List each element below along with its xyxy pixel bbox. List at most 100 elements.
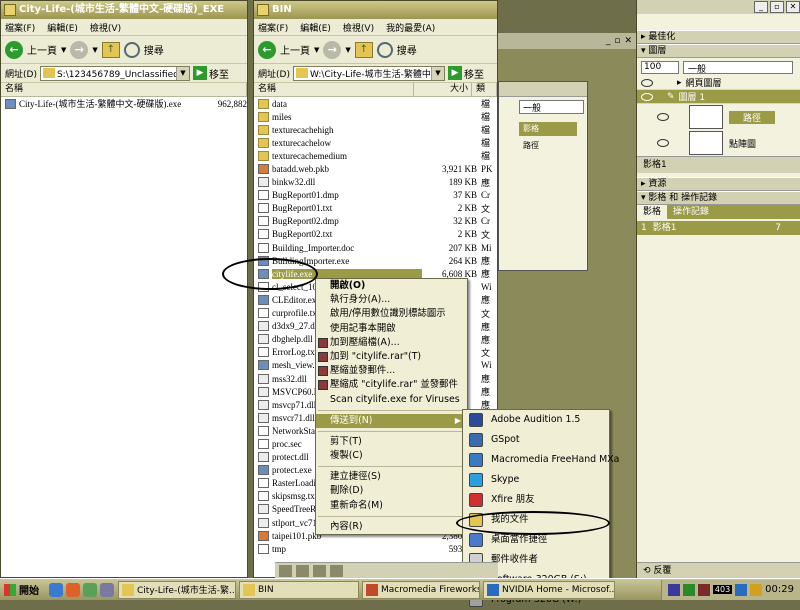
file-row[interactable]: BugReport01.dmp 37 KB Cr [254,189,497,202]
minimize-icon[interactable]: _ [606,33,611,49]
send-to-item[interactable]: Xfire 朋友 [463,490,609,510]
col-name[interactable]: 名稱 [254,83,414,96]
send-to-item[interactable]: Adobe Audition 1.5 [463,410,609,430]
address-input[interactable]: W:\City-Life-城市生活-繁體中文 ▼ [292,65,445,81]
context-menu-item[interactable]: 建立捷徑(S) [316,470,467,484]
context-menu-item[interactable]: 開啟(O) [316,279,467,293]
app-icon[interactable] [83,582,97,597]
chevron-down-icon[interactable]: ▼ [175,66,189,80]
col-size[interactable]: 大小 [414,83,472,96]
path-object-row[interactable]: 路徑 [637,104,800,130]
web-layer-row[interactable]: ▸ 網頁圖層 [637,76,800,90]
chevron-down-icon[interactable]: ▼ [92,46,97,54]
tool-icon[interactable] [313,564,326,577]
layer1-row[interactable]: ✎ 圖層 1 [637,90,800,104]
restore-icon[interactable]: ▫ [614,33,620,49]
context-menu-item[interactable]: 加到 "citylife.rar"(T) [316,350,467,364]
file-row[interactable]: texturecachehigh 檔 [254,123,497,136]
context-menu-item[interactable]: 使用記事本開啟 [316,322,467,336]
tab-history[interactable]: 操作記錄 [667,205,715,219]
eye-icon[interactable] [641,78,653,87]
layers-panel-header[interactable]: ▾ 圖層 [637,44,800,58]
tray-icon[interactable] [750,583,763,596]
loop-icon[interactable]: ⟲ [643,566,651,576]
file-row[interactable]: binkw32.dll 189 KB 應 [254,176,497,189]
window-titlebar[interactable]: City-Life-(城市生活-繁體中文-硬碟版)_EXE [1,1,247,19]
frame-row[interactable]: 1 影格1 7 [637,221,800,235]
chevron-down-icon[interactable]: ▼ [61,46,66,54]
file-row[interactable]: BugReport02.txt 2 KB 文 [254,228,497,241]
file-row[interactable]: Building_Importer.doc 207 KB Mi [254,241,497,254]
start-button[interactable]: 開始 [0,580,45,600]
file-row[interactable]: City-Life-(城市生活-繁體中文-硬碟版).exe 962,882 [1,97,247,110]
context-menu-item[interactable]: 加到壓縮檔(A)... [316,336,467,350]
task-nvidia[interactable]: NVIDIA Home - Microsof... [483,580,615,599]
up-folder-icon[interactable]: ↑ [101,41,120,58]
context-menu-item[interactable]: 剪下(T) [316,435,467,449]
tray-icon[interactable] [667,583,680,596]
chevron-down-icon[interactable]: ▼ [345,46,350,54]
search-button[interactable]: 搜尋 [144,42,164,57]
back-button[interactable]: 上一頁 [27,42,57,57]
file-row[interactable]: texturecachelow 檔 [254,136,497,149]
tray-icon[interactable] [697,583,710,596]
forward-arrow-icon[interactable]: → [323,40,342,59]
tool-icon[interactable] [330,564,343,577]
resources-panel-header[interactable]: ▸ 資源 [637,177,800,191]
context-menu-item[interactable]: Scan citylife.exe for Viruses [316,393,467,407]
mid-frame-row[interactable]: 影格 [519,122,577,136]
tab-frames[interactable]: 影格 [637,205,668,219]
context-menu-item[interactable]: 內容(R) [316,520,467,534]
ie-icon[interactable] [49,582,63,597]
window-titlebar[interactable]: BIN [254,1,497,19]
menu-file[interactable]: 檔案(F) [5,21,35,34]
close-icon[interactable]: ✕ [624,33,632,49]
file-row[interactable]: miles 檔 [254,110,497,123]
search-icon[interactable] [376,41,393,58]
search-button[interactable]: 搜尋 [397,42,417,57]
context-menu-item[interactable]: 執行身分(A)... [316,293,467,307]
tool-icon[interactable] [296,564,309,577]
search-icon[interactable] [123,41,140,58]
task-fireworks[interactable]: Macromedia Fireworks M... [362,580,480,599]
app-icon[interactable] [100,582,114,597]
menu-edit[interactable]: 編輯(E) [47,21,78,34]
file-row[interactable]: BugReport01.txt 2 KB 文 [254,202,497,215]
context-menu-item[interactable]: 壓縮並發郵件... [316,364,467,378]
file-row[interactable]: tmp593 KB檔 [254,542,497,555]
file-row[interactable]: BugReport02.dmp 32 KB Cr [254,215,497,228]
blend-mode-select[interactable]: 一般 [683,60,793,75]
send-to-item[interactable]: GSpot [463,430,609,450]
file-row[interactable]: data 檔 [254,97,497,110]
back-button[interactable]: 上一頁 [280,42,310,57]
chevron-down-icon[interactable]: ▼ [430,66,444,80]
context-menu-item[interactable]: 傳送到(N) ▶ [316,413,467,428]
tray-icon[interactable] [735,583,748,596]
frames-history-panel-header[interactable]: ▾ 影格 和 操作記錄 [637,191,800,205]
task-bin[interactable]: BIN [239,580,359,599]
eye-icon[interactable] [641,92,653,101]
send-to-item[interactable]: Skype [463,470,609,490]
tray-icon[interactable] [682,583,695,596]
mid-path-row[interactable]: 路徑 [519,139,577,153]
menu-file[interactable]: 檔案(F) [258,21,288,34]
context-menu-item[interactable]: 複製(C) [316,449,467,463]
go-button[interactable]: ▶ 移至 [192,66,229,81]
restore-icon[interactable]: ▫ [770,1,784,13]
mid-blend-select[interactable]: 一般 [519,100,584,114]
go-button[interactable]: ▶ 移至 [447,66,484,81]
task-citylife[interactable]: City-Life-(城市生活-繁... [118,580,236,599]
context-menu-item[interactable]: 重新命名(M) [316,499,467,513]
file-row[interactable]: batadd.web.pkb 3,921 KB PK [254,162,497,175]
eye-icon[interactable] [657,139,669,147]
forward-arrow-icon[interactable]: → [70,40,89,59]
col-name[interactable]: 名稱 [1,83,247,96]
menu-edit[interactable]: 編輯(E) [300,21,331,34]
send-to-item[interactable]: Macromedia FreeHand MXa [463,450,619,470]
file-row[interactable]: texturecachemedium 檔 [254,149,497,162]
opacity-field[interactable]: 100 [641,60,679,74]
bitmap-object-row[interactable]: 點陣圖 [637,130,800,156]
firefox-icon[interactable] [66,582,80,597]
context-menu-item[interactable]: 啟用/停用數位識別標誌圖示 [316,307,467,321]
optimize-panel-header[interactable]: ▸ 最佳化 [637,30,800,44]
